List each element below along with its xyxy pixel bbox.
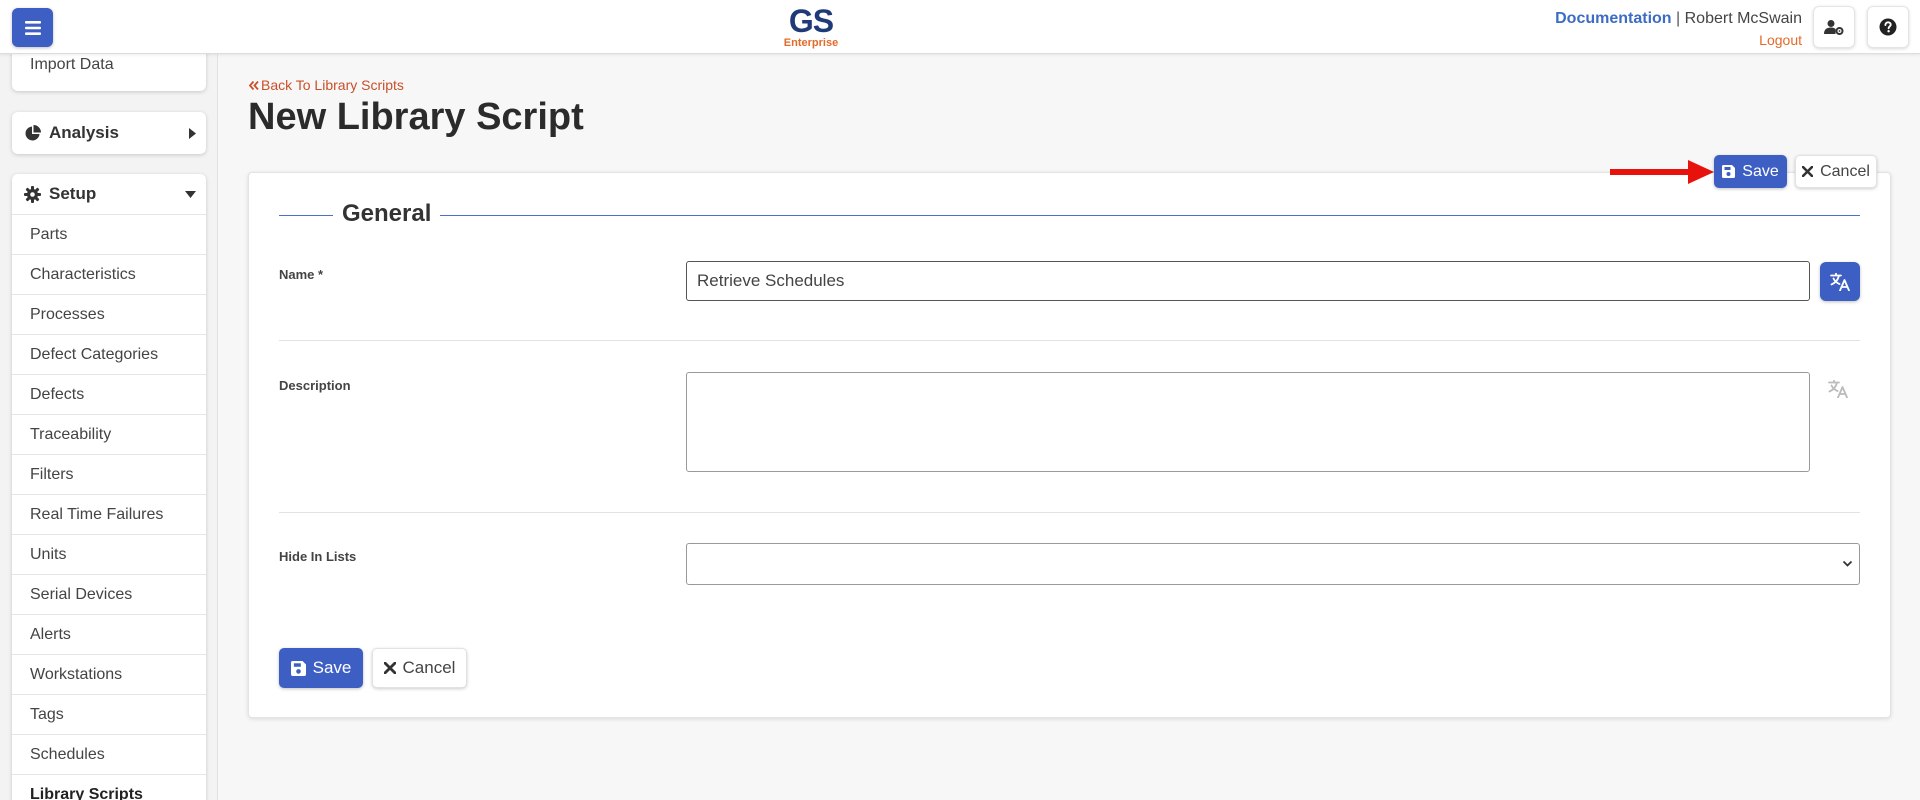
hide-in-lists-select[interactable] [686,543,1860,585]
translate-name-button[interactable] [1820,262,1860,301]
back-link-label: Back To Library Scripts [261,77,404,93]
documentation-link[interactable]: Documentation [1555,10,1671,27]
app-logo[interactable]: GS Enterprise [782,3,840,49]
section-title: General [342,200,432,227]
sidebar-section-label: Setup [49,184,97,203]
separator: | [1676,10,1681,27]
language-icon [1828,380,1848,398]
chevron-down-icon [1842,558,1853,569]
user-settings-button[interactable] [1813,6,1855,48]
sidebar-item-filters[interactable]: Filters [12,454,206,494]
language-icon [1830,272,1850,291]
description-textarea[interactable] [686,372,1810,472]
hamburger-icon [24,20,41,35]
caret-down-icon [185,190,196,198]
save-label: Save [1742,162,1779,180]
name-input[interactable]: Retrieve Schedules [686,261,1810,301]
cancel-label: Cancel [1820,162,1870,180]
back-link[interactable]: Back To Library Scripts [248,77,404,93]
sidebar-item-traceability[interactable]: Traceability [12,414,206,454]
name-input-value: Retrieve Schedules [697,271,845,290]
user-cog-icon [1824,20,1844,35]
sidebar-item-parts[interactable]: Parts [12,214,206,254]
sidebar-item-label: Import Data [30,56,114,73]
angles-left-icon [248,80,259,91]
help-button[interactable] [1867,6,1909,48]
sidebar-item-import-data[interactable]: Import Data [12,54,206,91]
sidebar-item-processes[interactable]: Processes [12,294,206,334]
sidebar-item-defects[interactable]: Defects [12,374,206,414]
setup-header[interactable]: Setup [12,174,206,214]
question-circle-icon [1879,18,1897,36]
sidebar-item-alerts[interactable]: Alerts [12,614,206,654]
legend-line [440,215,1860,216]
divider [279,340,1860,341]
legend-line [279,215,333,216]
sidebar-item-workstations[interactable]: Workstations [12,654,206,694]
user-area: Documentation | Robert McSwain Logout [1555,10,1802,48]
floppy-disk-icon [290,660,306,676]
sidebar-item-defect-categories[interactable]: Defect Categories [12,334,206,374]
sidebar-item-units[interactable]: Units [12,534,206,574]
sidebar-item-real-time-failures[interactable]: Real Time Failures [12,494,206,534]
chart-pie-icon [24,124,41,142]
top-bar: GS Enterprise Documentation | Robert McS… [0,0,1920,54]
close-icon [1802,166,1814,177]
sidebar-section-label: Analysis [49,123,119,142]
annotation-arrow [1610,160,1714,184]
floppy-disk-icon [1722,165,1736,178]
sidebar-item-tags[interactable]: Tags [12,694,206,734]
top-cancel-button[interactable]: Cancel [1795,155,1877,188]
top-save-button[interactable]: Save [1714,155,1787,188]
logout-link[interactable]: Logout [1555,32,1802,48]
divider [279,512,1860,513]
sidebar-section-setup: Setup Parts Characteristics Processes De… [12,174,206,800]
sidebar-section-analysis[interactable]: Analysis [12,112,206,154]
sidebar: Import Data Analysis Setup Parts Charact… [0,54,218,800]
description-label: Description [279,378,351,393]
sidebar-item-schedules[interactable]: Schedules [12,734,206,774]
logo-subtext: Enterprise [783,37,839,49]
name-label: Name * [279,267,324,282]
hide-in-lists-label: Hide In Lists [279,549,357,564]
user-name: Robert McSwain [1684,10,1802,27]
sidebar-item-library-scripts[interactable]: Library Scripts [12,774,206,800]
close-icon [383,662,396,674]
page-title: New Library Script [248,96,584,138]
sidebar-item-serial-devices[interactable]: Serial Devices [12,574,206,614]
save-label: Save [312,658,352,677]
translate-description-button [1828,380,1848,398]
bottom-save-button[interactable]: Save [279,648,363,688]
cancel-label: Cancel [402,658,456,677]
menu-toggle-button[interactable] [12,8,53,47]
bottom-cancel-button[interactable]: Cancel [372,648,467,688]
caret-right-icon [189,127,196,139]
gear-icon [24,185,41,203]
logo-text: GS [788,3,834,39]
sidebar-item-characteristics[interactable]: Characteristics [12,254,206,294]
